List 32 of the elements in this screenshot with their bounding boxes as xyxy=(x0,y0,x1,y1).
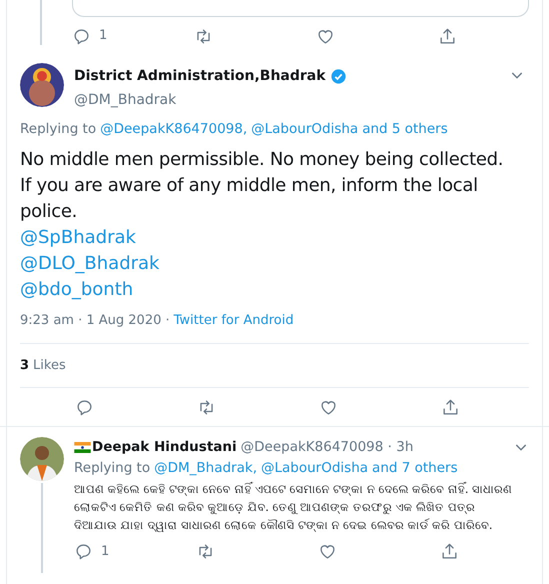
share-icon[interactable] xyxy=(440,542,459,561)
author-handle[interactable]: @DeepakK86470098 · 3h xyxy=(240,437,513,458)
reply-icon[interactable] xyxy=(74,542,93,561)
author-name[interactable]: Deepak Hindustani xyxy=(92,437,237,458)
reply-text: ଆପଣ କହିଲେ କେହି ଟଙ୍କା ନେବେ ନାହିଁ ଏପଟେ ସେମାନେ ଟଙ୍କା ନ ଦେଲେ କରିବେ ନାହିଁ. ସାଧାରଣ ଲୋକଟିଏ କେମିତି କଣ କରିବ କୁଆଡ଼େ ଯିବ. ତେଣୁ ଆପଣଙ୍କ ତରଫରୁ ଏକ ଲିଖିତ ପତ୍ର ଦିଆଯାଉ ଯାହା ଦ୍ୱାରା ସାଧାରଣ ଲୋକେ କୌଣସି ଟଙ୍କା ନ ଦେଇ ଲେବର କାର୍ଡ କରି ପାରିବେ. xyxy=(74,480,514,534)
reply-count: 1 xyxy=(99,27,108,46)
reply-count: 1 xyxy=(101,542,110,561)
author-handle[interactable]: @DM_Bhadrak xyxy=(74,92,176,108)
heart-icon[interactable] xyxy=(318,542,337,561)
reply-icon[interactable] xyxy=(72,26,91,46)
mention-link[interactable]: @DM_Bhadrak, xyxy=(154,458,257,478)
tweet-timestamp: 9:23 am · 1 Aug 2020 · xyxy=(20,312,170,330)
share-icon[interactable] xyxy=(441,398,460,417)
author-name[interactable]: District Administration,Bhadrak xyxy=(74,66,326,87)
share-icon[interactable] xyxy=(438,26,457,46)
mention-link[interactable]: @SpBhadrak xyxy=(20,227,136,248)
avatar[interactable] xyxy=(20,437,64,482)
tweet-text: No middle men permissible. No money being collected. If you are aware of any middle men, inform the local police. xyxy=(20,148,504,224)
mention-link[interactable]: @bdo_bonth xyxy=(20,279,134,300)
replying-label: Replying to xyxy=(20,120,96,139)
mention-link[interactable]: and 5 others xyxy=(362,119,448,140)
mention-link[interactable]: and 7 others xyxy=(372,458,458,478)
avatar[interactable] xyxy=(20,63,64,107)
replying-label: Replying to xyxy=(74,458,150,478)
likes-count[interactable]: 3 xyxy=(20,356,30,376)
reply-icon[interactable] xyxy=(75,398,94,417)
likes-label[interactable]: Likes xyxy=(33,356,66,376)
mention-link[interactable]: @LabourOdisha xyxy=(261,458,368,478)
mention-link[interactable]: @LabourOdisha xyxy=(251,119,358,140)
mention-link[interactable]: @DLO_Bhadrak xyxy=(20,253,160,274)
mention-link[interactable]: @DeepakK86470098, xyxy=(100,119,248,140)
source-link[interactable]: Twitter for Android xyxy=(174,311,294,331)
